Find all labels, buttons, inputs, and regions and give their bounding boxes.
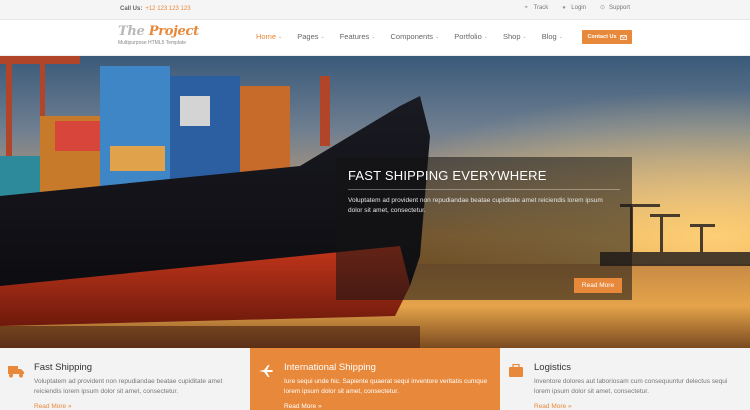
feature-text: Voluptatem ad provident non repudiandae … [34,378,223,395]
feature-title: International Shipping [284,362,376,373]
slide-read-more-button[interactable]: Read More [574,278,622,293]
slide-title: FAST SHIPPING EVERYWHERE [348,168,547,183]
nav-components-label: Components [390,32,434,41]
features-row: Fast Shipping Voluptatem ad provident no… [0,348,750,410]
caption-divider [348,189,620,190]
plane-icon [259,365,273,377]
support-link[interactable]: ⊙ Support [600,5,630,11]
contact-us-button[interactable]: Contact Us [582,30,632,44]
nav-features-label: Features [339,32,370,41]
track-label: Track [533,5,549,11]
support-label: Support [608,5,630,11]
nav-pages-label: Pages [297,32,319,41]
top-links: ⌖ Track ● Login ⊙ Support [525,5,630,11]
login-label: Login [571,5,586,11]
nav-home[interactable]: Home ⌄ [256,32,282,41]
support-icon: ⊙ [599,5,606,11]
hero-slider: FAST SHIPPING EVERYWHERE Voluptatem ad p… [0,56,750,348]
nav-shop-label: Shop [502,32,521,41]
nav-shop[interactable]: Shop ⌄ [503,32,527,41]
feature-title: Logistics [534,362,571,373]
chevron-down-icon: ⌄ [320,33,325,40]
feature-text: Inventore dolores aut laboriosam cum con… [534,378,728,395]
nav-portfolio-label: Portfolio [454,32,482,41]
feature-read-more-link[interactable]: Read More » [34,403,72,410]
logo-name: The Project [118,24,199,39]
logo[interactable]: The Project Multipurpose HTML5 Template [118,24,199,46]
envelope-icon [619,34,627,40]
nav-components[interactable]: Components ⌄ [391,32,440,41]
chevron-down-icon: ⌄ [483,33,488,40]
logo-project: Project [148,24,199,39]
logo-the: The [118,24,145,39]
chevron-down-icon: ⌄ [522,33,527,40]
map-icon: ⌖ [524,5,528,11]
nav-pages[interactable]: Pages ⌄ [297,32,324,41]
feature-fast-shipping: Fast Shipping Voluptatem ad provident no… [0,348,250,410]
logo-tagline: Multipurpose HTML5 Template [118,40,186,46]
chevron-down-icon: ⌄ [558,33,563,40]
slide-caption: FAST SHIPPING EVERYWHERE Voluptatem ad p… [336,157,632,300]
feature-text: Iure sequi unde hic. Sapiente quaerat se… [284,378,488,395]
header: The Project Multipurpose HTML5 Template … [0,20,750,56]
feature-international-shipping: International Shipping Iure sequi unde h… [250,348,500,410]
feature-title: Fast Shipping [34,362,93,373]
nav-blog-label: Blog [541,32,557,41]
feature-read-more-link[interactable]: Read More » [534,403,572,410]
nav-portfolio[interactable]: Portfolio ⌄ [454,32,488,41]
login-link[interactable]: ● Login [562,5,586,11]
user-icon: ● [562,5,566,11]
top-bar: Call Us: +12 123 123 123 ⌖ Track ● Login ⊙ S… [0,0,750,20]
briefcase-icon [509,364,523,377]
chevron-down-icon: ⌄ [435,33,440,40]
main-nav: Home ⌄ Pages ⌄ Features ⌄ Components ⌄ Portf… [256,32,578,41]
slide-text: Voluptatem ad provident non repudiandae … [348,197,603,214]
feature-read-more-link[interactable]: Read More » [284,403,322,410]
nav-blog[interactable]: Blog ⌄ [542,32,563,41]
truck-icon [8,366,24,378]
chevron-down-icon: ⌄ [371,33,376,40]
nav-features[interactable]: Features ⌄ [340,32,376,41]
call-us: Call Us: +12 123 123 123 [120,6,191,12]
phone-number[interactable]: +12 123 123 123 [145,6,190,12]
nav-home-label: Home [256,32,277,41]
call-us-label: Call Us: [120,6,143,12]
feature-logistics: Logistics Inventore dolores aut laborios… [500,348,750,410]
chevron-down-icon: ⌄ [278,33,283,40]
contact-us-label: Contact Us [587,34,617,40]
track-link[interactable]: ⌖ Track [525,5,549,11]
